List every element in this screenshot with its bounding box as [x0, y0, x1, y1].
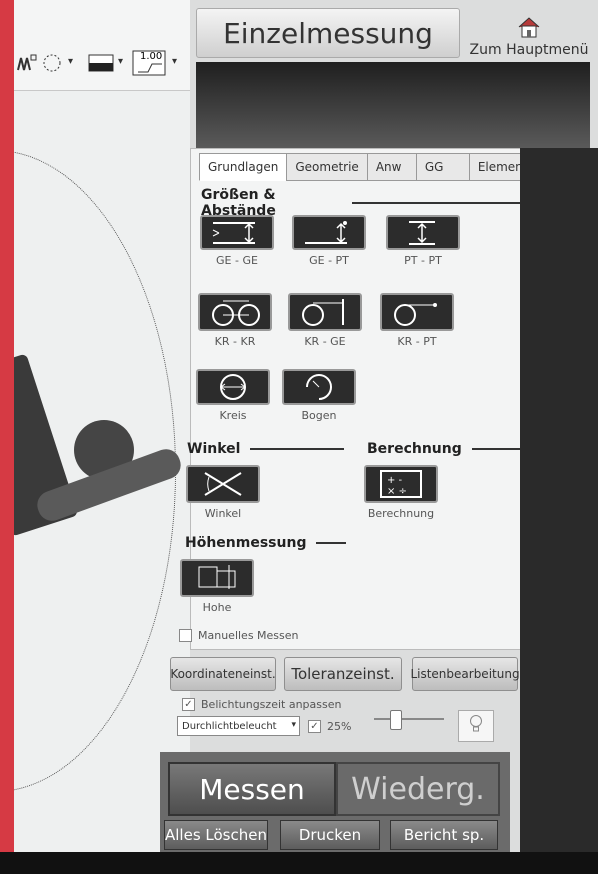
- winkel-icon: [186, 465, 260, 503]
- chevron-down-icon: ▾: [291, 720, 296, 730]
- monitor-bezel-bottom: [0, 852, 598, 874]
- ge-pt-icon: [292, 215, 366, 250]
- home-label: Zum Hauptmenü: [469, 42, 589, 58]
- line-width-value: 1.00: [140, 51, 163, 62]
- kr-pt-icon: [380, 293, 454, 331]
- kreis-label: Kreis: [219, 409, 247, 422]
- lightbulb-icon: [469, 714, 483, 738]
- section-hoehen-title: Höhenmessung: [185, 535, 307, 551]
- kreis-icon: [196, 369, 270, 405]
- monitor-bezel-right: [520, 148, 598, 854]
- exposure-label: Belichtungszeit anpassen: [201, 698, 342, 711]
- red-side-band: [0, 0, 14, 874]
- section-winkel-title: Winkel: [187, 441, 241, 457]
- drucken-button[interactable]: Drucken: [280, 820, 380, 850]
- messen-button[interactable]: Messen: [168, 762, 336, 816]
- section-divider: [351, 202, 521, 204]
- kreis-button[interactable]: Kreis: [196, 369, 270, 422]
- bogen-icon: [282, 369, 356, 405]
- pt-pt-button[interactable]: PT - PT: [386, 215, 460, 267]
- tab-grundlagen[interactable]: Grundlagen: [199, 153, 288, 181]
- height-icon: [180, 559, 254, 597]
- bericht-button[interactable]: Bericht sp.: [390, 820, 498, 850]
- exposure-row[interactable]: ✓ Belichtungszeit anpassen: [182, 698, 341, 711]
- ge-ge-icon: [200, 215, 274, 250]
- tab-geometrie[interactable]: Geometrie: [286, 153, 368, 181]
- lightbulb-button[interactable]: [458, 710, 494, 742]
- kr-pt-label: KR - PT: [397, 335, 437, 348]
- bogen-button[interactable]: Bogen: [282, 369, 356, 422]
- section-divider: [316, 542, 347, 544]
- percent-row[interactable]: ✓ 25%: [308, 720, 351, 733]
- percent-value: 25%: [327, 720, 352, 733]
- chevron-down-icon[interactable]: ▾: [172, 56, 177, 67]
- kr-ge-button[interactable]: KR - GE: [288, 293, 362, 348]
- line-width-icon[interactable]: 1.00: [132, 50, 166, 76]
- brightness-slider-thumb[interactable]: [390, 710, 402, 730]
- lighting-select[interactable]: Durchlichtbeleucht ▾: [177, 716, 300, 736]
- kr-kr-label: KR - KR: [214, 335, 256, 348]
- hohe-label: Hohe: [202, 601, 232, 614]
- circle-select-icon[interactable]: [40, 50, 64, 76]
- section-hoehen: Höhenmessung: [185, 535, 347, 551]
- kr-ge-icon: [288, 293, 362, 331]
- koordinaten-button[interactable]: Koordinateneinst.: [170, 657, 276, 691]
- ge-ge-button[interactable]: GE - GE: [200, 215, 274, 267]
- manual-measure-checkbox[interactable]: [179, 629, 192, 642]
- toleranz-button[interactable]: Toleranzeinst.: [284, 657, 402, 691]
- section-winkel: Winkel: [187, 441, 345, 457]
- edge-detect-icon[interactable]: [16, 50, 38, 76]
- screen: ▾ ▾ 1.00 ▾ Einzelmessung Zum Hauptmenü G…: [0, 0, 598, 874]
- tab-anw[interactable]: Anw: [366, 153, 417, 181]
- kr-pt-button[interactable]: KR - PT: [380, 293, 454, 348]
- svg-text:+ -: + -: [387, 475, 403, 486]
- image-toolbar: ▾ ▾ 1.00 ▾: [14, 0, 196, 91]
- home-icon: [516, 16, 542, 42]
- pt-pt-icon: [386, 215, 460, 250]
- section-berechnung-title: Berechnung: [367, 441, 462, 457]
- percent-checkbox[interactable]: ✓: [308, 720, 321, 733]
- tab-gg[interactable]: GG: [415, 153, 470, 181]
- chevron-down-icon[interactable]: ▾: [68, 56, 73, 67]
- alles-loeschen-button[interactable]: Alles Löschen: [164, 820, 268, 850]
- ge-ge-label: GE - GE: [216, 254, 258, 267]
- tool-panel: Grundlagen Geometrie Anw GG Element Größ…: [179, 148, 537, 650]
- manual-measure-row[interactable]: Manuelles Messen: [179, 629, 299, 642]
- bogen-label: Bogen: [301, 409, 337, 422]
- fill-color-icon[interactable]: [88, 50, 114, 76]
- image-view[interactable]: ▾ ▾ 1.00 ▾: [14, 0, 196, 874]
- section-berechnung: Berechnung: [367, 441, 530, 457]
- hohe-button[interactable]: Hohe: [180, 559, 254, 614]
- winkel-button[interactable]: Winkel: [186, 465, 260, 520]
- home-button[interactable]: Zum Hauptmenü: [468, 8, 590, 58]
- lighting-select-value: Durchlichtbeleucht: [182, 720, 277, 732]
- kr-kr-button[interactable]: KR - KR: [198, 293, 272, 348]
- ge-pt-label: GE - PT: [309, 254, 349, 267]
- winkel-label: Winkel: [204, 507, 242, 520]
- berechnung-button[interactable]: + - × ÷ Berechnung: [364, 465, 438, 520]
- section-divider: [250, 448, 345, 450]
- chevron-down-icon[interactable]: ▾: [118, 56, 123, 67]
- wiederg-button[interactable]: Wiederg.: [336, 762, 500, 816]
- live-preview: [196, 62, 590, 148]
- pt-pt-label: PT - PT: [404, 254, 442, 267]
- exposure-checkbox[interactable]: ✓: [182, 698, 195, 711]
- berechnung-label: Berechnung: [367, 507, 435, 520]
- listen-button[interactable]: Listenbearbeitung: [410, 657, 520, 691]
- dialog-title: Einzelmessung: [196, 8, 460, 58]
- brightness-slider-track[interactable]: [374, 718, 444, 720]
- svg-text:× ÷: × ÷: [387, 486, 407, 497]
- tab-bar: Grundlagen Geometrie Anw GG Element: [199, 153, 537, 181]
- calculator-icon: + - × ÷: [364, 465, 438, 503]
- kr-ge-label: KR - GE: [304, 335, 346, 348]
- manual-measure-label: Manuelles Messen: [198, 629, 299, 642]
- ge-pt-button[interactable]: GE - PT: [292, 215, 366, 267]
- kr-kr-icon: [198, 293, 272, 331]
